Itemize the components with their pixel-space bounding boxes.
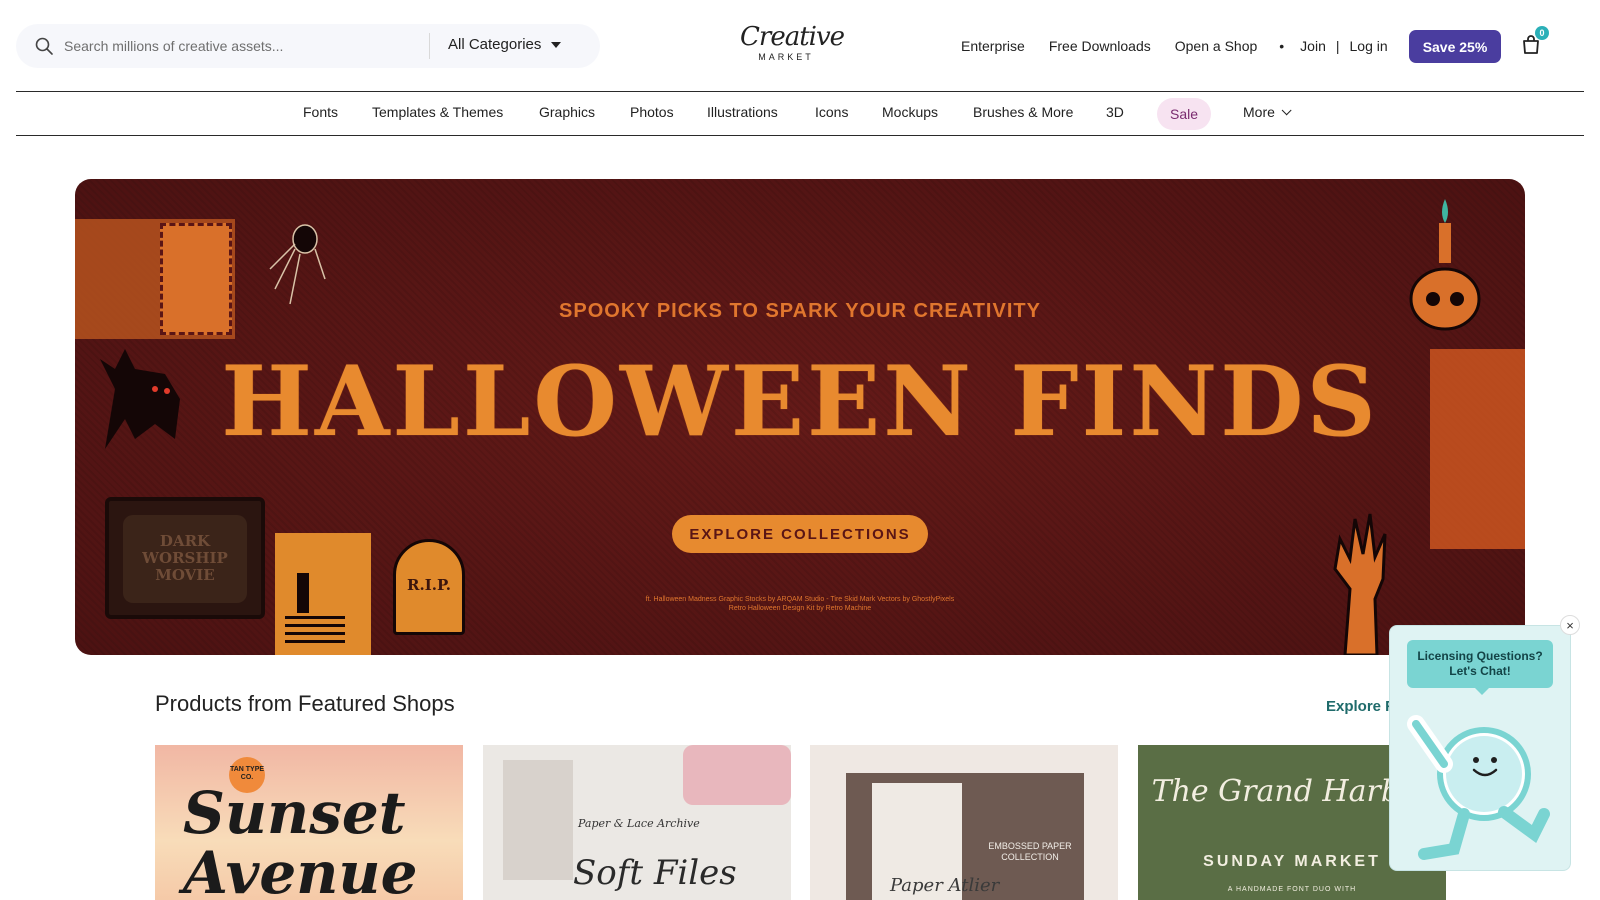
chat-widget[interactable]: Licensing Questions? Let's Chat! xyxy=(1389,625,1571,871)
search-icon xyxy=(35,37,53,55)
category-graphics[interactable]: Graphics xyxy=(539,104,595,120)
creative-market-logo[interactable]: Creative MARKET xyxy=(740,22,845,64)
card-title: Soft Files xyxy=(573,853,737,893)
card-subtitle: EMBOSSED PAPER COLLECTION xyxy=(988,841,1072,862)
explore-collections-button[interactable]: EXPLORE COLLECTIONS xyxy=(672,515,928,553)
caret-down-icon xyxy=(551,41,562,48)
category-dropdown[interactable]: All Categories xyxy=(448,36,562,53)
category-fonts[interactable]: Fonts xyxy=(303,104,338,120)
category-more-dropdown[interactable]: More xyxy=(1243,104,1292,120)
bullet-dot-icon: • xyxy=(1279,38,1285,54)
category-mockups[interactable]: Mockups xyxy=(882,104,938,120)
photo-thumbnail xyxy=(503,760,573,880)
halloween-hero-banner[interactable]: DARK WORSHIP MOVIE R.I.P. SPOOKY PICKS T… xyxy=(75,179,1525,655)
hero-title: HALLOWEEN FINDS xyxy=(221,345,1379,458)
nav-enterprise[interactable]: Enterprise xyxy=(961,38,1025,54)
category-templates-themes[interactable]: Templates & Themes xyxy=(372,104,503,120)
chat-close-button[interactable]: × xyxy=(1560,615,1580,635)
search-input[interactable] xyxy=(64,34,424,58)
category-illustrations[interactable]: Illustrations xyxy=(707,104,778,120)
category-icons[interactable]: Icons xyxy=(815,104,848,120)
product-card-embossed-paper[interactable]: EMBOSSED PAPER COLLECTION Paper Atlier xyxy=(810,745,1118,900)
category-dropdown-label: All Categories xyxy=(448,36,542,53)
mascot-waving-icon xyxy=(1407,715,1550,860)
category-3d[interactable]: 3D xyxy=(1106,104,1124,120)
hero-credits: ft. Halloween Madness Graphic Stocks by … xyxy=(75,595,1525,613)
tombstone-text: R.I.P. xyxy=(393,539,465,635)
product-card-sunset-avenue[interactable]: TAN TYPE CO. Sunset Avenue xyxy=(155,745,463,900)
card-title: Paper Atlier xyxy=(890,875,1000,896)
explore-featured-link[interactable]: Explore F xyxy=(1326,698,1394,715)
card-note: A HANDMADE FONT DUO WITH xyxy=(1227,886,1357,893)
cart-count-badge: 0 xyxy=(1535,26,1549,40)
top-nav: Enterprise Free Downloads Open a Shop • … xyxy=(961,38,1388,54)
category-photos[interactable]: Photos xyxy=(630,104,674,120)
logo-script: Creative xyxy=(740,22,845,52)
join-link[interactable]: Join xyxy=(1300,38,1326,54)
save-25-button[interactable]: Save 25% xyxy=(1409,30,1501,63)
search-divider xyxy=(429,33,430,59)
category-sale-pill[interactable]: Sale xyxy=(1157,98,1211,130)
card-title: Sunset Avenue xyxy=(183,779,418,900)
card-subtitle: Paper & Lace Archive xyxy=(578,817,700,830)
nav-separator: | xyxy=(1335,38,1340,54)
more-label: More xyxy=(1243,104,1275,120)
chat-bubble-text: Licensing Questions? Let's Chat! xyxy=(1407,640,1553,695)
search-bar: All Categories xyxy=(16,24,600,68)
nav-free-downloads[interactable]: Free Downloads xyxy=(1049,38,1151,54)
book-cover-illustration xyxy=(275,533,371,655)
candle-skull-icon xyxy=(1409,199,1481,331)
hero-credit-line-2: Retro Halloween Design Kit by Retro Mach… xyxy=(728,605,872,612)
logo-subtext: MARKET xyxy=(758,52,814,62)
login-link[interactable]: Log in xyxy=(1350,38,1388,54)
category-brushes-more[interactable]: Brushes & More xyxy=(973,104,1073,120)
site-header: All Categories Creative MARKET Enterpris… xyxy=(16,0,1584,92)
tv-screen-text: DARK WORSHIP MOVIE xyxy=(123,515,247,603)
pink-pillow-illustration xyxy=(683,745,791,805)
hero-credit-line-1: ft. Halloween Madness Graphic Stocks by … xyxy=(645,596,955,603)
category-nav: Fonts Templates & Themes Graphics Photos… xyxy=(16,92,1584,136)
nav-open-a-shop[interactable]: Open a Shop xyxy=(1175,38,1258,54)
featured-shops-heading: Products from Featured Shops xyxy=(155,691,455,716)
chevron-down-icon xyxy=(1281,104,1292,115)
product-card-soft-files[interactable]: Paper & Lace Archive Soft Files xyxy=(483,745,791,900)
spider-icon xyxy=(269,224,326,305)
hero-kicker: SPOOKY PICKS TO SPARK YOUR CREATIVITY xyxy=(559,300,1041,322)
